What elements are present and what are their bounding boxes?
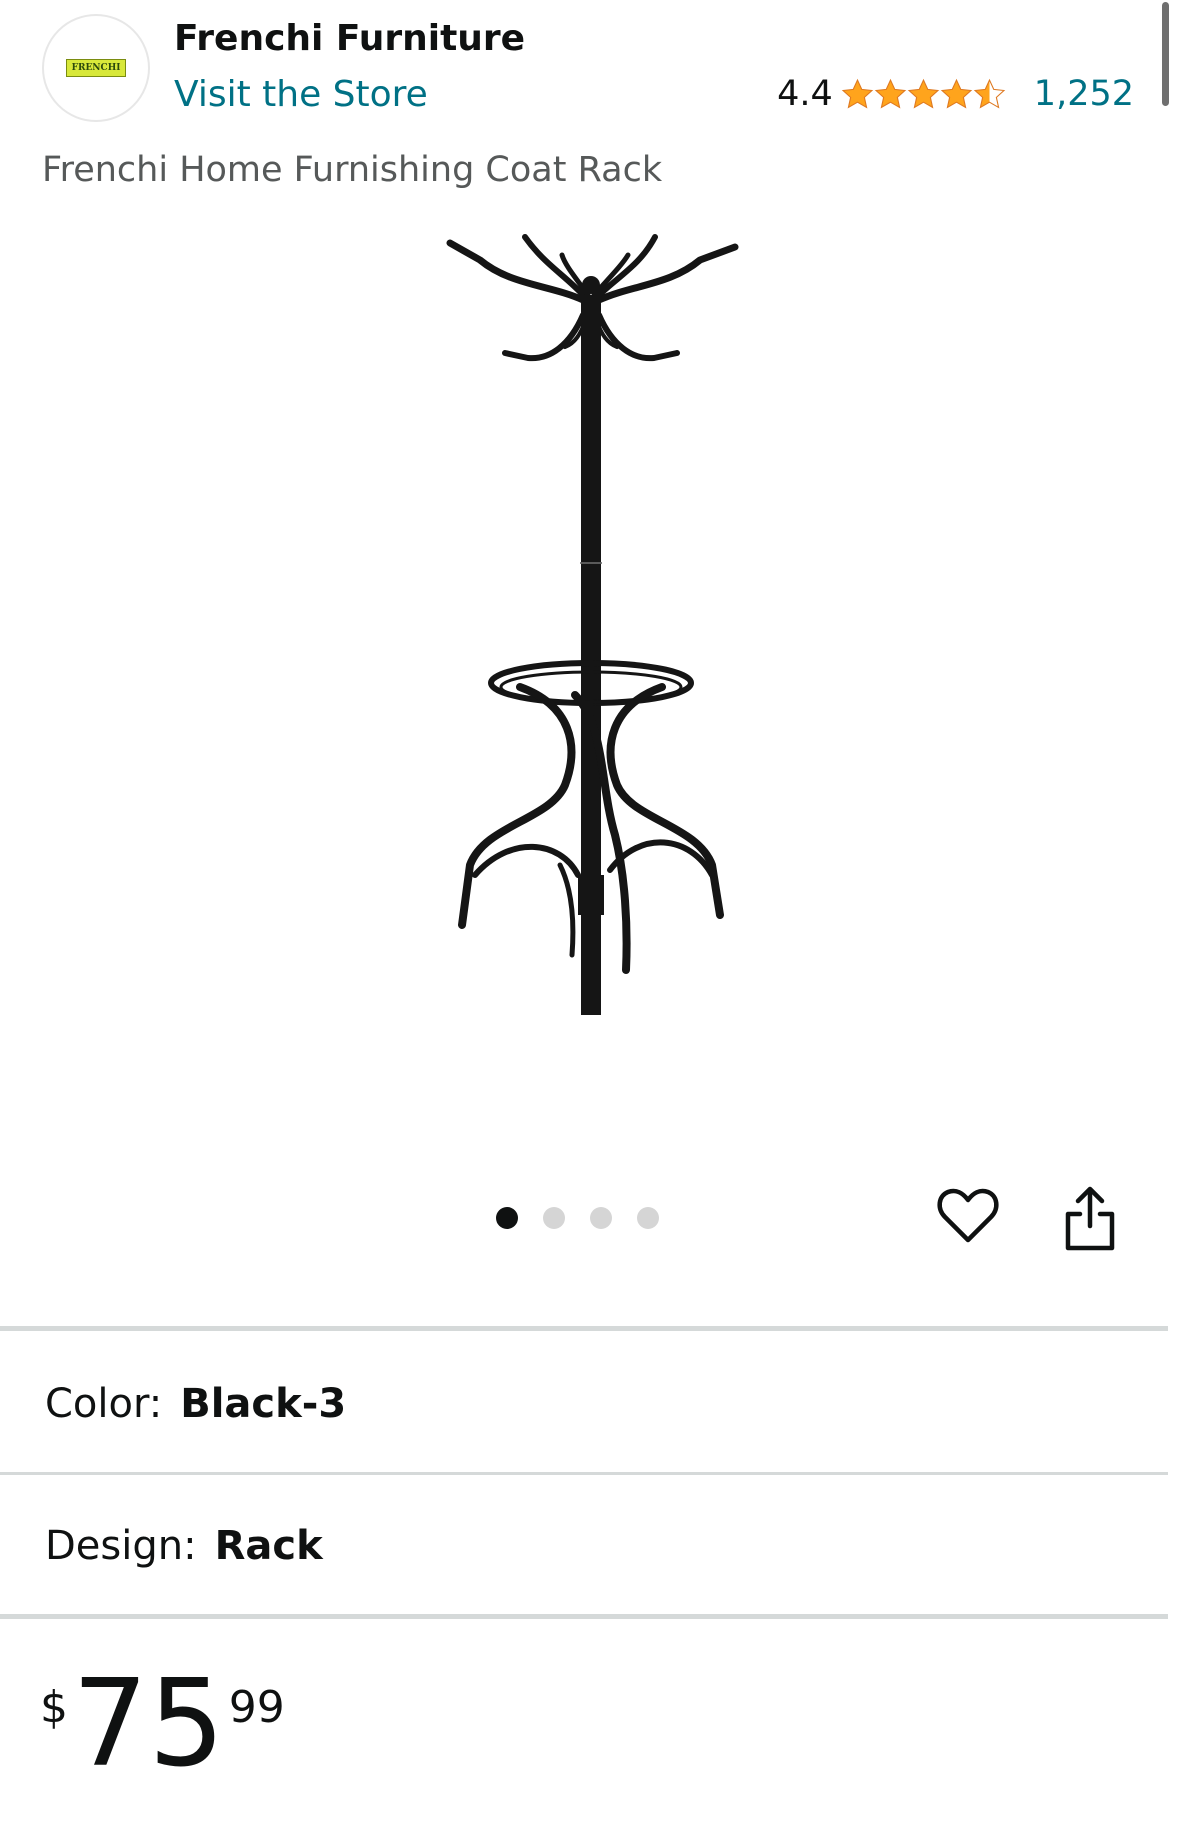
share-icon[interactable] bbox=[1058, 1184, 1122, 1252]
carousel-dot-3[interactable] bbox=[590, 1207, 612, 1229]
section-divider bbox=[0, 1472, 1168, 1475]
color-label: Color: bbox=[45, 1381, 163, 1427]
section-divider bbox=[0, 1326, 1168, 1331]
carousel-dot-2[interactable] bbox=[543, 1207, 565, 1229]
rating-summary[interactable]: 4.4 1,252 bbox=[777, 74, 1134, 114]
carousel-dot-4[interactable] bbox=[637, 1207, 659, 1229]
store-name[interactable]: Frenchi Furniture bbox=[174, 18, 525, 59]
rating-value: 4.4 bbox=[777, 74, 833, 114]
price-symbol: $ bbox=[40, 1682, 68, 1733]
price-whole: 75 bbox=[72, 1655, 225, 1794]
color-option[interactable]: Color: Black-3 bbox=[45, 1381, 346, 1427]
price-fraction: 99 bbox=[228, 1682, 285, 1733]
design-option[interactable]: Design: Rack bbox=[45, 1523, 323, 1569]
star-rating bbox=[841, 78, 1006, 111]
store-logo[interactable]: FRENCHI bbox=[42, 14, 150, 122]
visit-store-link[interactable]: Visit the Store bbox=[174, 74, 428, 115]
heart-icon[interactable] bbox=[936, 1184, 1000, 1248]
image-carousel-dots bbox=[496, 1207, 684, 1229]
color-value: Black-3 bbox=[180, 1381, 347, 1427]
product-title: Frenchi Home Furnishing Coat Rack bbox=[42, 150, 663, 190]
carousel-dot-1[interactable] bbox=[496, 1207, 518, 1229]
star-icon bbox=[841, 78, 874, 109]
star-icon bbox=[874, 78, 907, 109]
store-header: FRENCHI Frenchi Furniture Visit the Stor… bbox=[0, 0, 1179, 130]
half-star-icon bbox=[973, 78, 1006, 109]
section-divider bbox=[0, 1614, 1168, 1619]
review-count-link[interactable]: 1,252 bbox=[1034, 74, 1134, 114]
design-value: Rack bbox=[214, 1523, 323, 1569]
coat-rack-image[interactable] bbox=[400, 225, 780, 1105]
scroll-indicator bbox=[1162, 2, 1169, 106]
star-icon bbox=[907, 78, 940, 109]
design-label: Design: bbox=[45, 1523, 197, 1569]
star-icon bbox=[940, 78, 973, 109]
store-logo-badge: FRENCHI bbox=[66, 59, 126, 77]
product-price: $ 75 99 bbox=[40, 1660, 285, 1790]
